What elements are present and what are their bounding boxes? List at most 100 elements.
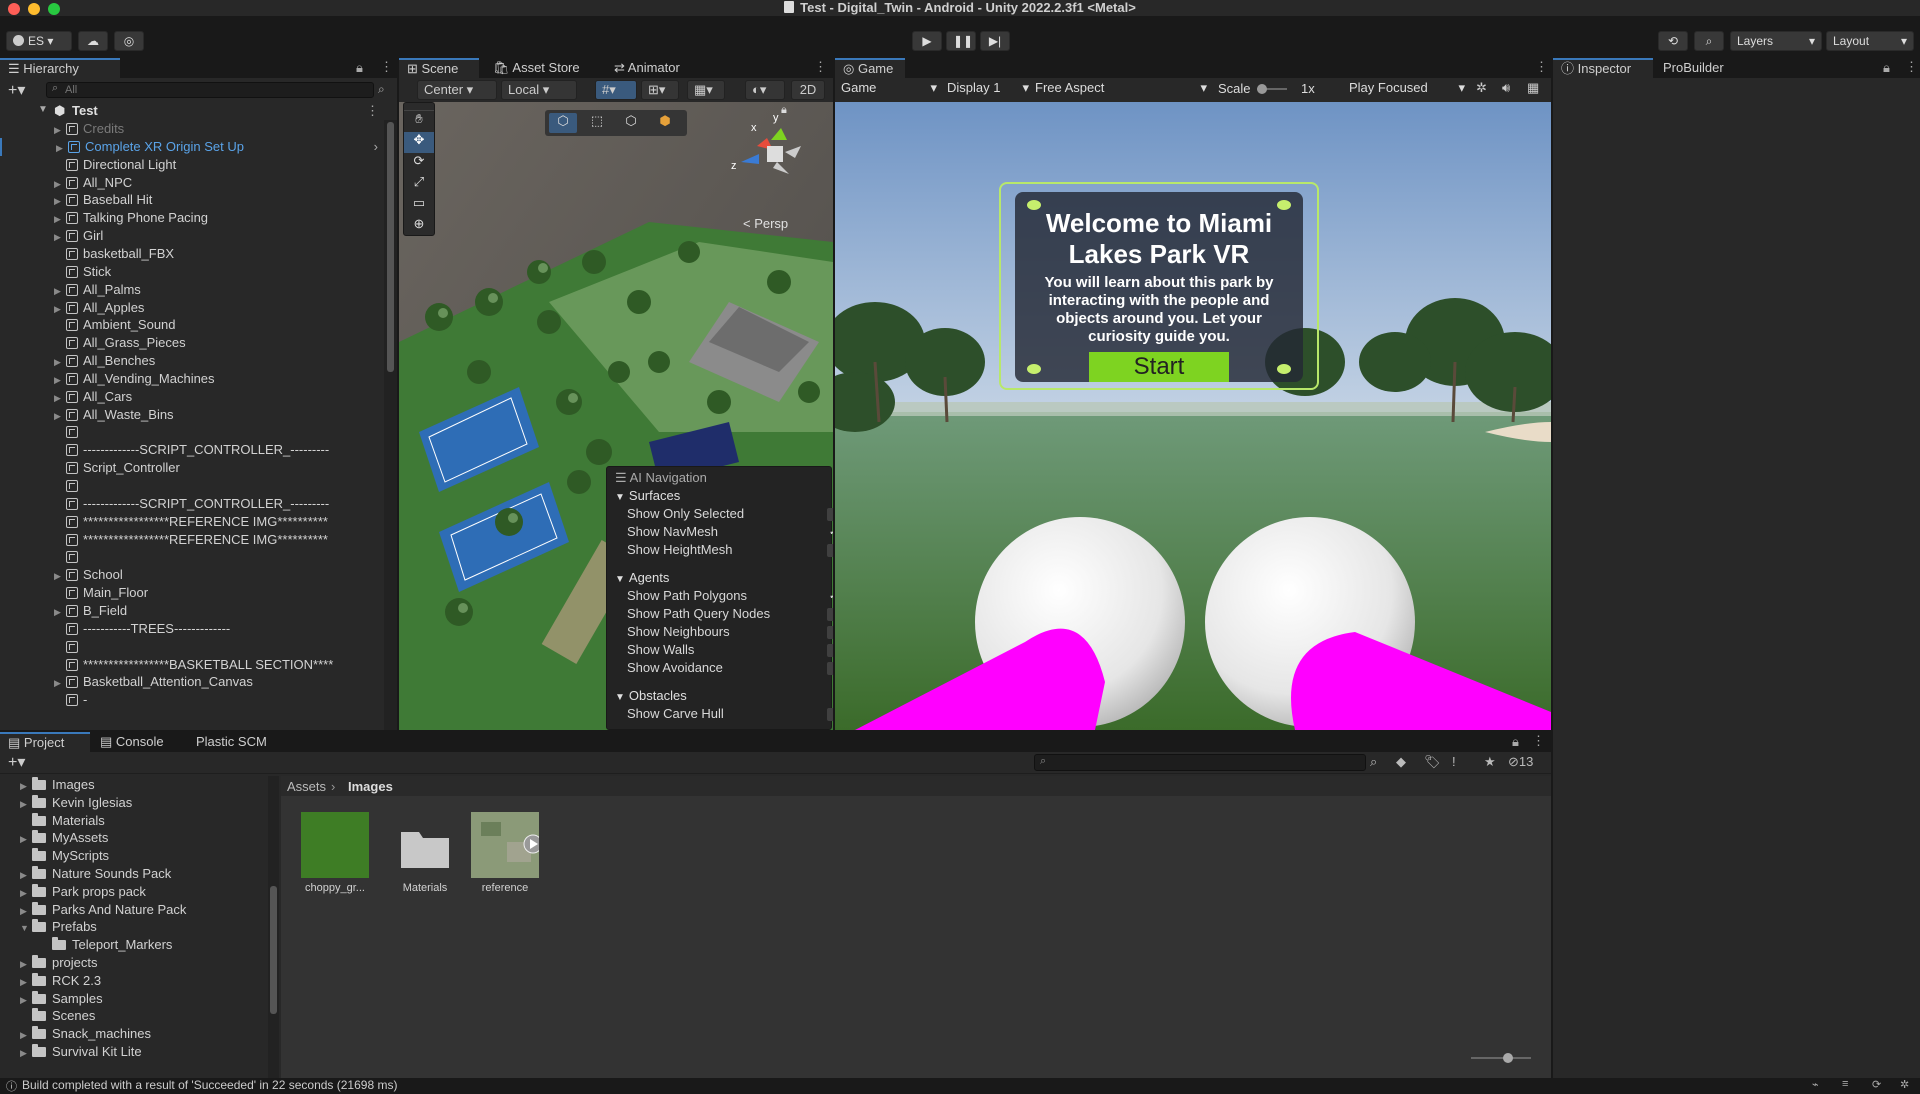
folder-tree-scrollbar[interactable] xyxy=(268,776,279,1078)
hierarchy-item[interactable]: ▶ B_Field xyxy=(0,602,384,620)
project-folder-item[interactable]: ▶ Nature Sounds Pack xyxy=(20,865,171,883)
expand-arrow-icon[interactable]: ▶ xyxy=(20,1026,32,1044)
tab-asset-store[interactable]: 🛍︎ Asset Store xyxy=(485,58,588,78)
expand-arrow-icon[interactable]: ▶ xyxy=(20,1044,32,1062)
close-window-button[interactable] xyxy=(8,3,20,15)
hierarchy-item[interactable]: ▶ All_Benches xyxy=(0,352,384,370)
expand-arrow-icon[interactable]: ▶ xyxy=(54,603,66,621)
hierarchy-item[interactable]: Stick xyxy=(0,263,384,281)
hierarchy-item[interactable]: ▶ All_NPC xyxy=(0,174,384,192)
hierarchy-item[interactable]: ▶ All_Apples xyxy=(0,299,384,317)
render-mode-button[interactable]: ▦▾ xyxy=(687,80,725,100)
perspective-label[interactable]: < Persp xyxy=(743,216,788,231)
expand-arrow-icon[interactable]: ▶ xyxy=(20,902,32,920)
tab-scene[interactable]: ⊞ Scene xyxy=(399,58,479,78)
checkbox[interactable] xyxy=(827,708,833,721)
expand-arrow-icon[interactable]: ▶ xyxy=(54,228,66,246)
expand-arrow-icon[interactable]: ▶ xyxy=(54,389,66,407)
breadcrumb-images[interactable]: Images xyxy=(348,779,393,794)
project-folder-item[interactable]: ▶ Parks And Nature Pack xyxy=(20,901,186,919)
hierarchy-item[interactable] xyxy=(0,423,384,441)
lock-icon[interactable]: 🔒︎ xyxy=(356,60,363,76)
hierarchy-item[interactable]: ▶ Credits xyxy=(0,120,384,138)
layout-dropdown[interactable]: Layout ▾ xyxy=(1826,31,1914,51)
slider-thumb[interactable] xyxy=(1503,1053,1513,1063)
expand-arrow-icon[interactable]: ▶ xyxy=(20,991,32,1009)
display-dropdown[interactable]: Display 1 ▾ xyxy=(947,80,1029,96)
panel-menu-icon[interactable]: ⋮ xyxy=(1532,733,1545,749)
checkbox[interactable] xyxy=(827,608,833,621)
expand-arrow-icon[interactable]: ▶ xyxy=(20,777,32,795)
project-search-input[interactable] xyxy=(1034,754,1366,771)
space-dropdown[interactable]: Local ▾ xyxy=(501,80,577,100)
scene-menu-icon[interactable]: ⋮ xyxy=(366,103,379,119)
expand-arrow-icon[interactable]: ▶ xyxy=(54,407,66,425)
ai-nav-option[interactable]: Show Path Polygons ✓ xyxy=(627,587,833,605)
history-button[interactable]: ⟲ xyxy=(1658,31,1688,51)
surfaces-section[interactable]: ▼ Surfaces xyxy=(615,487,680,505)
lock-icon[interactable]: 🔒︎ xyxy=(1883,60,1890,76)
project-folder-item[interactable]: ▶ Samples xyxy=(20,990,103,1008)
expand-arrow-icon[interactable]: ▶ xyxy=(54,282,66,300)
gizmo-lock-icon[interactable]: 🔒︎ xyxy=(781,104,787,117)
expand-arrow-icon[interactable]: ▼ xyxy=(38,104,48,115)
agents-section[interactable]: ▼ Agents xyxy=(615,569,669,587)
rotate-tool-icon[interactable]: ⟳ xyxy=(404,153,434,174)
hidden-packages-icon[interactable]: ⊘13 xyxy=(1508,754,1533,770)
scene-viewport[interactable]: ✋︎ ✥ ⟳ ⤢ ▭ ⊕ ⬡ ⬚ ⬡ ⬢ y x z 🔒︎ < Persp ☰ … xyxy=(399,102,833,730)
hierarchy-item[interactable] xyxy=(0,638,384,656)
hierarchy-item[interactable]: *****************BASKETBALL SECTION**** xyxy=(0,656,384,674)
expand-arrow-icon[interactable]: ▶ xyxy=(20,973,32,991)
hierarchy-item[interactable]: ▶ All_Cars xyxy=(0,388,384,406)
chevron-right-icon[interactable]: › xyxy=(374,138,378,156)
edge-mode-icon[interactable]: ⬡ xyxy=(617,113,645,129)
tab-animator[interactable]: ⇄ Animator xyxy=(606,58,688,78)
project-folder-item[interactable]: ▶ Snack_machines xyxy=(20,1025,151,1043)
ai-nav-option[interactable]: Show NavMesh ✓ xyxy=(627,523,833,541)
asset-reference-thumb[interactable] xyxy=(471,812,543,878)
expand-arrow-icon[interactable]: ▶ xyxy=(54,353,66,371)
checkbox[interactable] xyxy=(827,508,833,521)
project-folder-item[interactable]: ▼ Prefabs xyxy=(20,918,97,936)
expand-arrow-icon[interactable]: ▶ xyxy=(56,139,68,157)
obstacles-section[interactable]: ▼ Obstacles xyxy=(615,687,687,705)
search-by-type-icon[interactable]: ⌕ xyxy=(1370,754,1377,770)
tab-console[interactable]: ▤ Console xyxy=(92,732,172,752)
hierarchy-item[interactable] xyxy=(0,477,384,495)
filter-type-icon[interactable]: ◆ xyxy=(1396,754,1406,770)
status-message[interactable]: Build completed with a result of 'Succee… xyxy=(22,1078,397,1092)
move-tool-icon[interactable]: ✥ xyxy=(404,132,434,153)
cloud-button[interactable]: ☁ xyxy=(78,31,108,51)
hierarchy-item[interactable]: All_Grass_Pieces xyxy=(0,334,384,352)
play-button[interactable]: ▶ xyxy=(912,31,942,51)
hierarchy-item[interactable]: ▶ Basketball_Attention_Canvas xyxy=(0,673,384,691)
pivot-dropdown[interactable]: Center ▾ xyxy=(417,80,497,100)
lock-icon[interactable]: 🔒︎ xyxy=(1512,734,1519,750)
expand-arrow-icon[interactable]: ▶ xyxy=(20,884,32,902)
expand-arrow-icon[interactable]: ▶ xyxy=(54,121,66,139)
hierarchy-item[interactable]: ▶ Baseball Hit xyxy=(0,191,384,209)
checkbox[interactable] xyxy=(827,626,833,639)
ai-nav-option[interactable]: Show Carve Hull xyxy=(627,705,833,723)
search-button[interactable]: ⌕ xyxy=(1694,31,1724,51)
scrollbar-thumb[interactable] xyxy=(270,886,277,1014)
expand-arrow-icon[interactable]: ▼ xyxy=(20,919,32,937)
scale-slider-thumb[interactable] xyxy=(1257,84,1267,94)
progress-icon[interactable]: ⌁ xyxy=(1812,1078,1819,1091)
hierarchy-item[interactable]: - xyxy=(0,691,384,709)
bug-icon[interactable]: ✲ xyxy=(1476,80,1487,96)
hand-tool-icon[interactable]: ✋︎ xyxy=(404,111,434,132)
scene-root-row[interactable]: ▼ ⬢ Test ⋮ xyxy=(0,102,397,120)
expand-arrow-icon[interactable]: ▶ xyxy=(54,175,66,193)
collab-button[interactable]: ◎ xyxy=(114,31,144,51)
hierarchy-item[interactable]: ▶ Talking Phone Pacing xyxy=(0,209,384,227)
account-dropdown[interactable]: ES ▾ xyxy=(6,31,72,51)
tab-hierarchy[interactable]: ☰ Hierarchy xyxy=(0,58,120,78)
hierarchy-item[interactable]: -------------SCRIPT_CONTROLLER_--------- xyxy=(0,441,384,459)
expand-arrow-icon[interactable]: ▶ xyxy=(54,300,66,318)
increment-snap-button[interactable]: ⊞▾ xyxy=(641,80,679,100)
maximize-window-button[interactable] xyxy=(48,3,60,15)
expand-arrow-icon[interactable]: ▶ xyxy=(20,795,32,813)
play-mode-dropdown[interactable]: Play Focused ▾ xyxy=(1349,80,1465,96)
tab-inspector[interactable]: ⓘ Inspector xyxy=(1553,58,1653,78)
